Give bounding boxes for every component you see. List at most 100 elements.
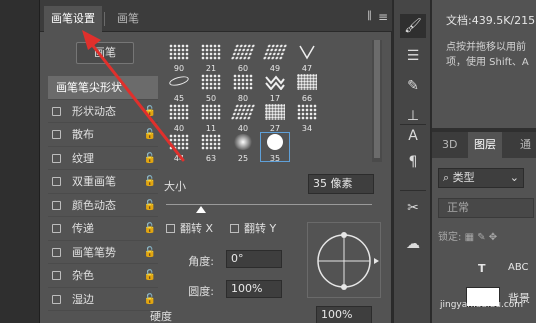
blend-mode-select[interactable]: 正常 <box>438 198 534 218</box>
brush-tip-icon <box>297 44 317 60</box>
brush-preset-7[interactable]: 80 <box>228 72 258 103</box>
preset-size-label: 35 <box>269 154 281 163</box>
checkbox[interactable] <box>52 177 61 186</box>
lock-icon[interactable]: 🔓 <box>144 147 156 171</box>
checkbox[interactable] <box>52 106 61 116</box>
lock-icon[interactable]: 🔓 <box>144 123 156 147</box>
brush-tip-icon <box>297 74 317 90</box>
brush-tip-icon <box>233 74 253 90</box>
left-dock-strip <box>0 0 40 323</box>
brush-preset-18[interactable]: 35 <box>260 132 290 163</box>
checkbox[interactable] <box>52 294 61 304</box>
brush-preset-8[interactable]: 17 <box>260 72 290 103</box>
brush-preset-1[interactable]: 21 <box>196 42 226 73</box>
brush-tip-icon <box>267 134 283 150</box>
lock-icon[interactable]: 🔓 <box>144 241 156 265</box>
lock-paint-icon[interactable]: ✎ <box>477 232 485 243</box>
brush-preset-4[interactable]: 47 <box>292 42 322 73</box>
checkbox[interactable] <box>52 200 61 210</box>
checkbox[interactable] <box>166 224 175 233</box>
lock-icon[interactable]: 🔓 <box>144 100 156 124</box>
brush-preset-11[interactable]: 11 <box>196 102 226 133</box>
brush-preset-5[interactable]: 45 <box>164 72 194 103</box>
brush-preset-0[interactable]: 90 <box>164 42 194 73</box>
flip-x-checkbox[interactable]: 翻转 X <box>166 220 213 236</box>
size-slider-track[interactable] <box>166 204 372 205</box>
brush-preset-3[interactable]: 49 <box>260 42 290 73</box>
scrollbar-thumb[interactable] <box>374 40 380 158</box>
scissors-icon[interactable]: ✂ <box>400 196 426 220</box>
size-input[interactable]: 35 像素 <box>308 174 374 194</box>
option-wet-edges[interactable]: 湿边 🔓 <box>48 288 158 311</box>
layer-kind-filter[interactable]: ⌕ 类型 ⌄ <box>438 168 524 188</box>
option-brush-tip-shape[interactable]: 画笔笔尖形状 <box>48 76 158 100</box>
lock-icon[interactable]: 🔓 <box>144 194 156 218</box>
double-chevron-icon[interactable]: ‖ <box>367 10 372 21</box>
lock-icon[interactable]: 🔓 <box>144 170 156 194</box>
checkbox[interactable] <box>52 224 61 233</box>
angle-roundness-widget[interactable] <box>307 222 381 298</box>
lock-icon[interactable]: 🔓 <box>144 264 156 288</box>
lock-icon[interactable]: 🔓 <box>144 217 156 241</box>
option-label: 画笔笔势 <box>72 245 116 259</box>
cloud-icon[interactable]: ☁ <box>400 232 426 256</box>
tab-channels[interactable]: 通 <box>514 132 536 158</box>
brush-preset-6[interactable]: 50 <box>196 72 226 103</box>
angle-input[interactable]: 0° <box>226 250 282 268</box>
brush-presets-button[interactable]: 画笔 <box>76 42 134 64</box>
checkbox[interactable] <box>52 271 61 280</box>
option-color-dynamics[interactable]: 颜色动态 🔓 <box>48 194 158 218</box>
option-brush-pose[interactable]: 画笔笔势 🔓 <box>48 241 158 265</box>
lock-pixels-icon[interactable]: ▦ <box>465 232 474 243</box>
paragraph-icon[interactable]: ¶ <box>400 150 426 174</box>
tab-layers[interactable]: 图层 <box>468 132 502 158</box>
option-texture[interactable]: 纹理 🔓 <box>48 147 158 171</box>
brush-preset-9[interactable]: 66 <box>292 72 322 103</box>
checkbox[interactable] <box>52 130 61 139</box>
tab-divider <box>104 12 105 26</box>
option-shape-dynamics[interactable]: 形状动态 🔓 <box>48 100 158 124</box>
brush-preset-17[interactable]: 25 <box>228 132 258 163</box>
tab-brush-settings[interactable]: 画笔设置 <box>44 6 102 32</box>
abc-icon[interactable]: ABC <box>508 262 529 273</box>
roundness-input[interactable]: 100% <box>226 280 282 298</box>
roundness-label: 圆度: <box>188 285 214 298</box>
checkbox[interactable] <box>52 247 61 257</box>
option-label: 散布 <box>72 128 94 141</box>
brush-preset-13[interactable]: 27 <box>260 102 290 133</box>
brush-preset-15[interactable]: 44 <box>164 132 194 163</box>
hint-text-line1: 点按并拖移以用前 <box>446 42 526 53</box>
type-icon[interactable]: A <box>400 124 426 148</box>
brush-preset-14[interactable]: 34 <box>292 102 322 133</box>
size-slider-thumb[interactable] <box>196 206 206 213</box>
hint-text-line2: 项，使用 Shift、A <box>446 57 529 68</box>
tab-3d[interactable]: 3D <box>436 132 463 158</box>
option-label: 传递 <box>72 222 94 235</box>
brush-preset-12[interactable]: 40 <box>228 102 258 133</box>
tab-brush[interactable]: 画笔 <box>110 6 146 32</box>
preset-size-label: 63 <box>205 154 217 163</box>
option-dual-brush[interactable]: 双重画笔 🔓 <box>48 170 158 194</box>
brush-tip-icon <box>169 44 189 60</box>
brush-preset-2[interactable]: 60 <box>228 42 258 73</box>
checkbox[interactable] <box>230 224 239 233</box>
option-label: 湿边 <box>72 292 94 306</box>
brush-icon[interactable]: 🖌 <box>400 14 426 38</box>
flip-y-label: 翻转 Y <box>244 222 277 235</box>
option-scattering[interactable]: 散布 🔓 <box>48 123 158 147</box>
option-noise[interactable]: 杂色 🔓 <box>48 264 158 288</box>
option-label: 纹理 <box>72 151 94 165</box>
brush-preset-16[interactable]: 63 <box>196 132 226 163</box>
preset-scrollbar[interactable] <box>372 40 382 162</box>
sliders-icon[interactable]: ☰ <box>400 44 426 68</box>
hamburger-menu-icon[interactable]: ≡ <box>378 10 388 24</box>
brush-preset-10[interactable]: 40 <box>164 102 194 133</box>
option-label: 画笔笔尖形状 <box>56 81 122 94</box>
option-transfer[interactable]: 传递 🔓 <box>48 217 158 241</box>
type-layer-icon[interactable]: T <box>478 262 486 275</box>
lock-move-icon[interactable]: ✥ <box>489 232 497 243</box>
hardness-input[interactable]: 100% <box>316 306 372 323</box>
angle-label: 角度: <box>188 255 214 268</box>
checkbox[interactable] <box>52 153 61 163</box>
flip-y-checkbox[interactable]: 翻转 Y <box>230 220 276 236</box>
